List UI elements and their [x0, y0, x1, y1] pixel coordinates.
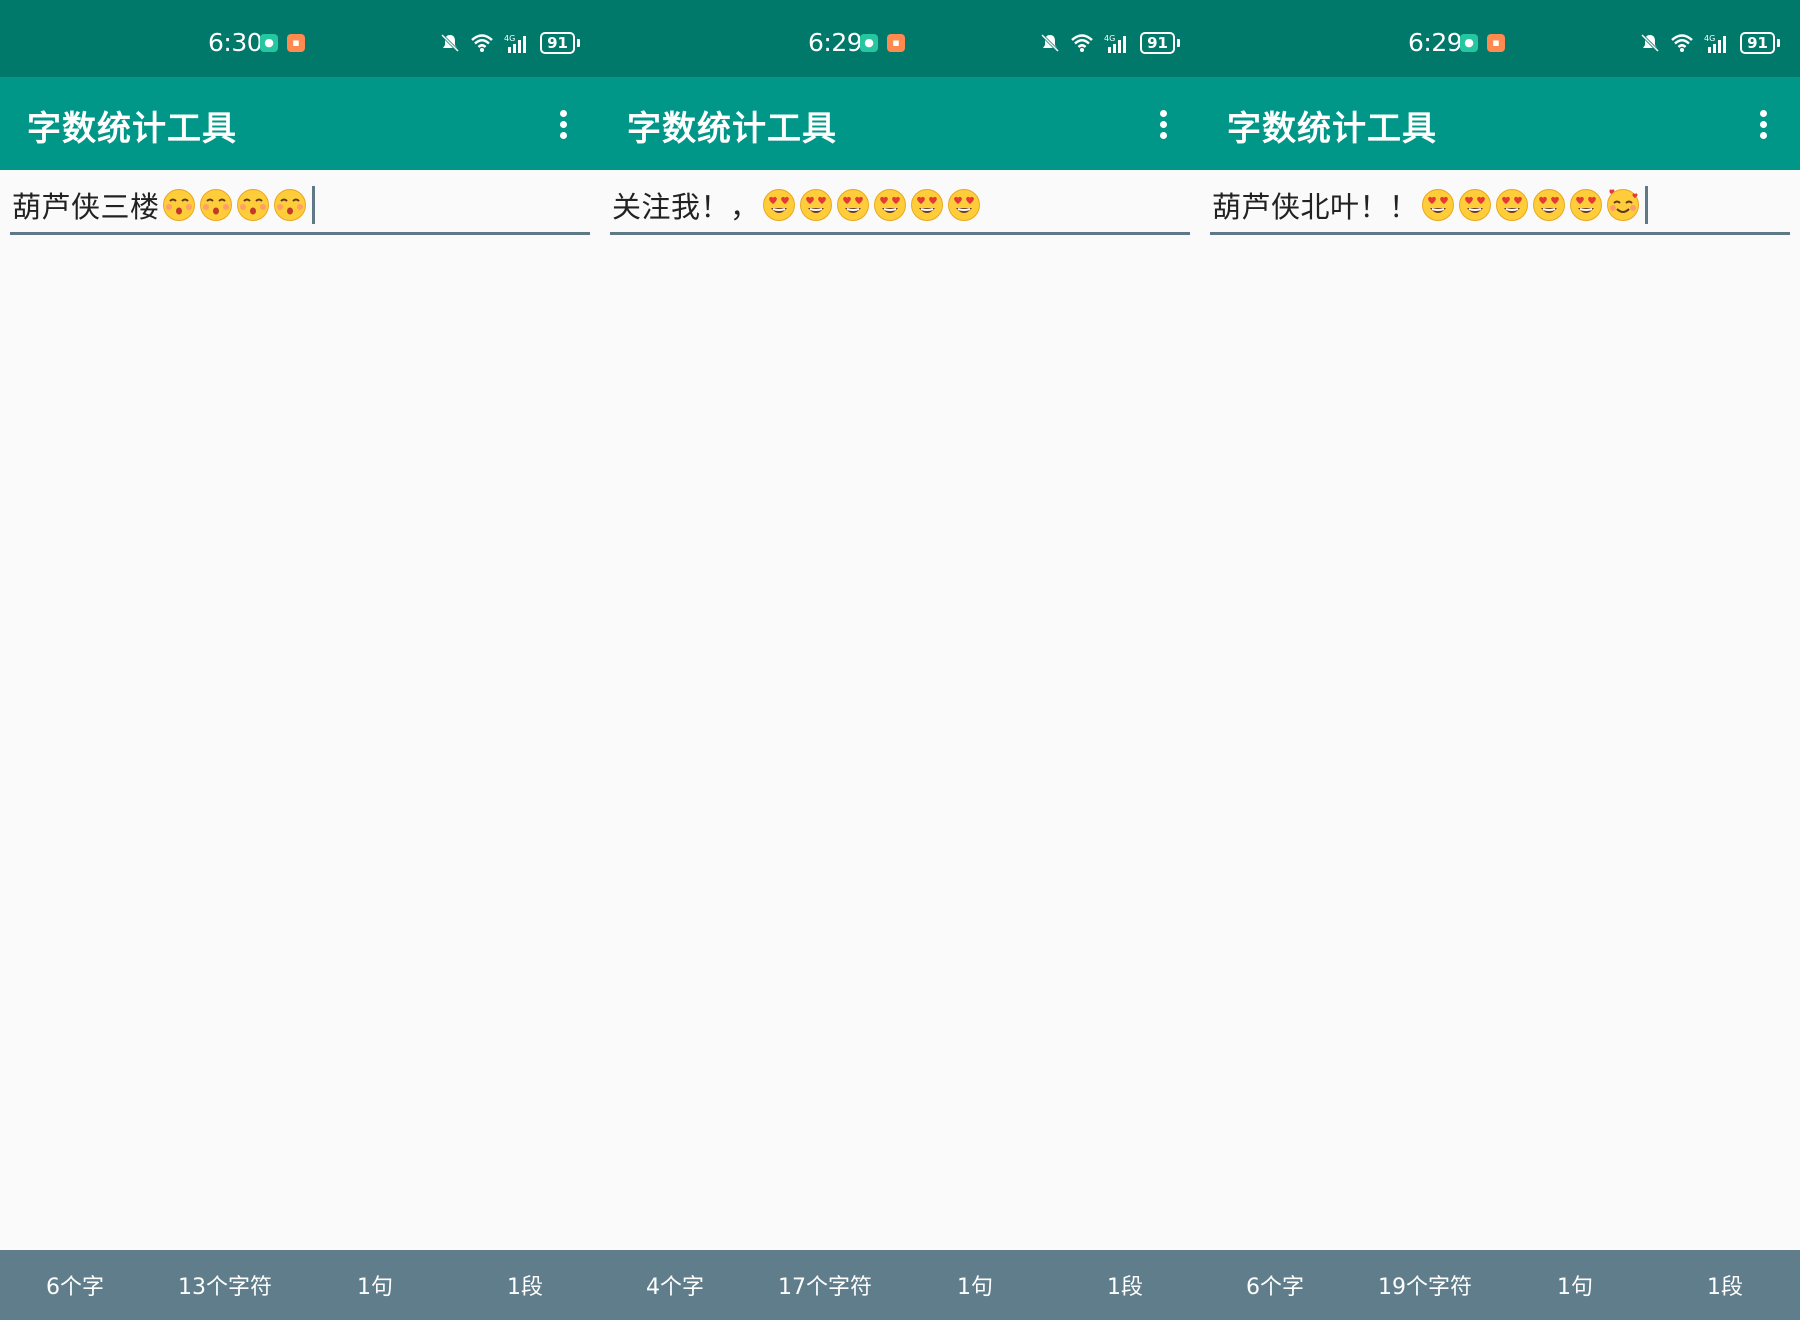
- heart-eyes-emoji-icon: [947, 188, 981, 222]
- phone-screen-2: 6:29 ● ▪ 4G 91 字数统计工具 关注我！， 4个字 17个字符 1句…: [600, 0, 1200, 1320]
- heart-eyes-emoji-icon: [1421, 188, 1455, 222]
- battery-icon: 91: [1740, 32, 1780, 54]
- heart-eyes-emoji-icon: [1458, 188, 1492, 222]
- input-text: 关注我！，: [612, 190, 760, 224]
- phone-screen-3: 6:29 ● ▪ 4G 91 字数统计工具 葫芦侠北叶！！ 6个字 19个字符 …: [1200, 0, 1800, 1320]
- wifi-icon: [1671, 34, 1693, 52]
- status-bar: 6:29 ● ▪ 4G 91: [600, 0, 1200, 77]
- overflow-menu-icon[interactable]: [1742, 103, 1784, 145]
- mute-bell-icon: [1641, 33, 1660, 53]
- input-text: 葫芦侠三楼: [12, 190, 160, 224]
- sentence-count: 1句: [1557, 1275, 1593, 1300]
- status-bar: 6:29 ● ▪ 4G 91: [1200, 0, 1800, 77]
- char-count: 6个字: [46, 1275, 104, 1300]
- overflow-menu-icon[interactable]: [542, 103, 584, 145]
- paragraph-count: 1段: [1707, 1275, 1743, 1300]
- game-notification-icon: ▪: [287, 34, 305, 52]
- symbol-count: 13个字符: [178, 1275, 272, 1300]
- game-notification-icon: ▪: [1487, 34, 1505, 52]
- wifi-icon: [471, 34, 493, 52]
- heart-eyes-emoji-icon: [873, 188, 907, 222]
- app-bar: 字数统计工具: [1200, 77, 1800, 170]
- char-count: 6个字: [1246, 1275, 1304, 1300]
- app-notification-icon: ●: [1460, 34, 1478, 52]
- overflow-menu-icon[interactable]: [1142, 103, 1184, 145]
- signal-4g-icon: 4G: [1704, 34, 1727, 53]
- app-title: 字数统计工具: [27, 109, 237, 149]
- status-time: 6:29: [808, 28, 863, 57]
- symbol-count: 19个字符: [1378, 1275, 1472, 1300]
- mute-bell-icon: [1041, 33, 1060, 53]
- status-time: 6:29: [1408, 28, 1463, 57]
- battery-level: 91: [540, 32, 575, 54]
- heart-eyes-emoji-icon: [1569, 188, 1603, 222]
- app-notification-icon: ●: [860, 34, 878, 52]
- status-icons: 4G 91: [440, 30, 580, 56]
- emoji-row: [762, 188, 984, 222]
- text-input-field[interactable]: 关注我！，: [610, 178, 1190, 235]
- text-caret: [311, 186, 315, 224]
- char-count: 4个字: [646, 1275, 704, 1300]
- status-icons: 4G 91: [1040, 30, 1180, 56]
- battery-level: 91: [1140, 32, 1175, 54]
- status-icons: 4G 91: [1640, 30, 1780, 56]
- mute-bell-icon: [441, 33, 460, 53]
- battery-icon: 91: [540, 32, 580, 54]
- phone-screen-1: 6:30 ● ▪ 4G 91 字数统计工具 葫芦侠三楼 6个字 13个字符 1句…: [0, 0, 600, 1320]
- app-title: 字数统计工具: [1227, 109, 1437, 149]
- kissing-face-emoji-icon: [162, 188, 196, 222]
- svg-text:4G: 4G: [1704, 34, 1715, 43]
- smiling-hearts-emoji-icon: [1606, 188, 1640, 222]
- stats-bar: 6个字 13个字符 1句 1段: [0, 1250, 600, 1320]
- battery-icon: 91: [1140, 32, 1180, 54]
- input-text: 葫芦侠北叶！！: [1212, 190, 1419, 224]
- stats-bar: 6个字 19个字符 1句 1段: [1200, 1250, 1800, 1320]
- emoji-row: [1421, 188, 1643, 222]
- text-input-field[interactable]: 葫芦侠北叶！！: [1210, 178, 1790, 235]
- paragraph-count: 1段: [1107, 1275, 1143, 1300]
- heart-eyes-emoji-icon: [762, 188, 796, 222]
- stats-bar: 4个字 17个字符 1句 1段: [600, 1250, 1200, 1320]
- app-bar: 字数统计工具: [600, 77, 1200, 170]
- text-caret: [1644, 186, 1648, 224]
- heart-eyes-emoji-icon: [836, 188, 870, 222]
- paragraph-count: 1段: [507, 1275, 543, 1300]
- kissing-face-emoji-icon: [236, 188, 270, 222]
- emoji-row: [162, 188, 310, 222]
- status-bar: 6:30 ● ▪ 4G 91: [0, 0, 600, 77]
- sentence-count: 1句: [957, 1275, 993, 1300]
- heart-eyes-emoji-icon: [1495, 188, 1529, 222]
- signal-4g-icon: 4G: [1104, 34, 1127, 53]
- app-title: 字数统计工具: [627, 109, 837, 149]
- wifi-icon: [1071, 34, 1093, 52]
- battery-level: 91: [1740, 32, 1775, 54]
- svg-text:4G: 4G: [504, 34, 515, 43]
- svg-text:4G: 4G: [1104, 34, 1115, 43]
- heart-eyes-emoji-icon: [799, 188, 833, 222]
- sentence-count: 1句: [357, 1275, 393, 1300]
- app-notification-icon: ●: [260, 34, 278, 52]
- kissing-face-emoji-icon: [273, 188, 307, 222]
- app-bar: 字数统计工具: [0, 77, 600, 170]
- heart-eyes-emoji-icon: [910, 188, 944, 222]
- heart-eyes-emoji-icon: [1532, 188, 1566, 222]
- signal-4g-icon: 4G: [504, 34, 527, 53]
- game-notification-icon: ▪: [887, 34, 905, 52]
- symbol-count: 17个字符: [778, 1275, 872, 1300]
- kissing-face-emoji-icon: [199, 188, 233, 222]
- text-input-field[interactable]: 葫芦侠三楼: [10, 178, 590, 235]
- status-time: 6:30: [208, 28, 263, 57]
